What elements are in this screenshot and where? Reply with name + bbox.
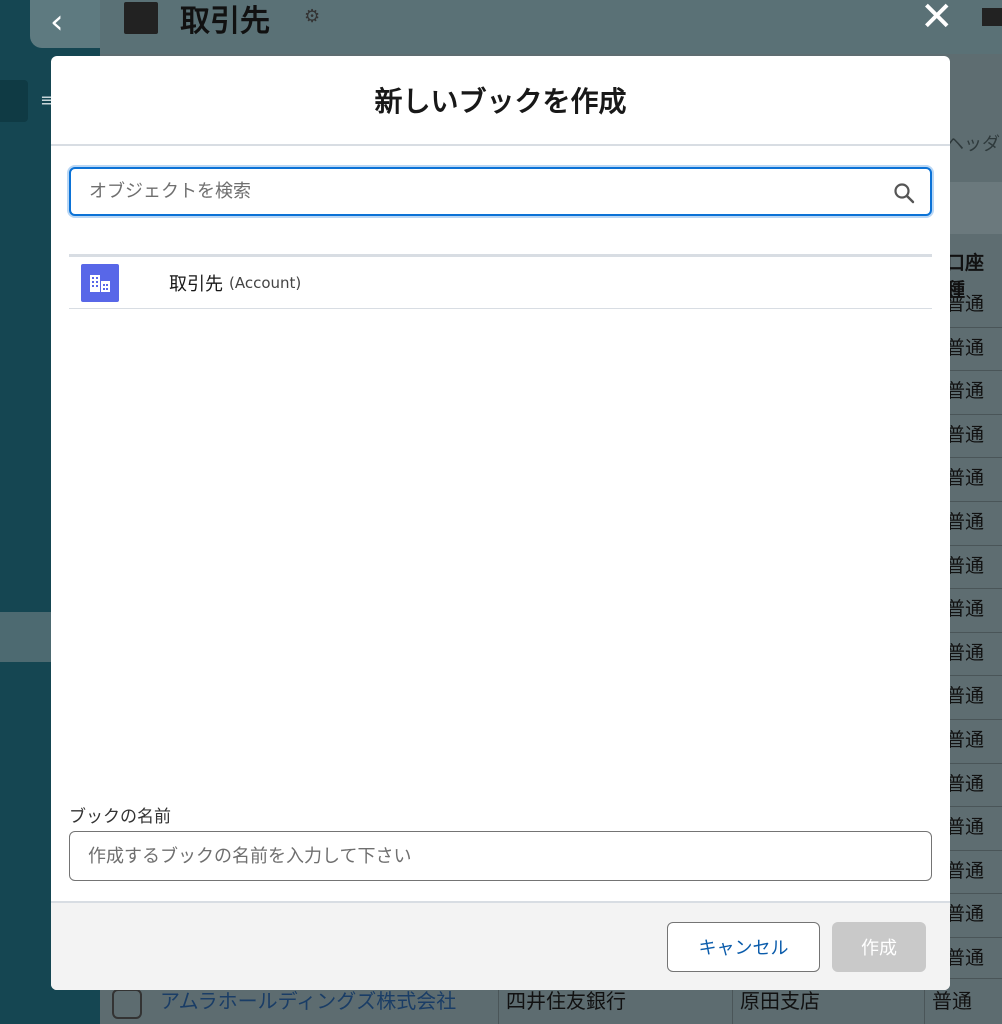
table-cell: 普通: [946, 676, 1002, 720]
modal-footer: キャンセル 作成: [51, 901, 950, 990]
table-cell: 普通: [946, 633, 1002, 677]
table-cell: 普通: [946, 502, 1002, 546]
table-cell: 普通: [946, 328, 1002, 372]
modal-header: 新しいブックを作成: [51, 56, 950, 146]
book-name-field: [69, 831, 932, 881]
book-name-input[interactable]: [70, 832, 931, 880]
table-cell: 普通: [946, 458, 1002, 502]
table-cell: 普通: [946, 589, 1002, 633]
table-cell: 普通: [946, 894, 1002, 938]
back-button[interactable]: ‹: [30, 0, 100, 48]
column-header-partial: ヘッダ: [946, 134, 1000, 155]
book-name-label: ブックの名前: [69, 807, 171, 827]
list-item-account[interactable]: 取引先 (Account): [69, 257, 932, 309]
object-api-name: (Account): [229, 273, 302, 292]
modal-title: 新しいブックを作成: [374, 85, 627, 118]
chevron-left-icon: ‹: [50, 2, 64, 42]
create-book-modal: 新しいブックを作成 オブジェクトを検索 取引先 (Account) ブックの名前…: [51, 56, 950, 990]
object-search-input[interactable]: [71, 169, 930, 214]
nav-highlight: [0, 80, 28, 122]
gear-icon[interactable]: ⚙: [304, 6, 320, 27]
object-list: 取引先 (Account): [69, 254, 932, 309]
building-icon: [81, 263, 119, 302]
search-icon[interactable]: [892, 181, 916, 205]
table-cell: 普通: [946, 938, 1002, 982]
table-cell: 普通: [946, 764, 1002, 808]
table-cell: 普通: [946, 415, 1002, 459]
folder-icon: [124, 2, 158, 34]
app-header: 取引先 ⚙ ✕: [100, 0, 1002, 54]
row-checkbox[interactable]: [112, 989, 142, 1019]
object-search: [69, 167, 932, 216]
object-label: 取引先: [169, 273, 223, 295]
table-cell: 普通: [946, 371, 1002, 415]
page-title: 取引先: [180, 4, 270, 39]
table-cell: 普通: [946, 851, 1002, 895]
column-cells: 普通 普通 普通 普通 普通 普通 普通 普通 普通 普通 普通 普通 普通 普…: [946, 284, 1002, 982]
folder-icon[interactable]: [982, 8, 1002, 26]
create-button[interactable]: 作成: [832, 922, 926, 972]
table-cell: 普通: [946, 546, 1002, 590]
close-icon[interactable]: ✕: [920, 0, 954, 40]
table-cell: 普通: [946, 284, 1002, 328]
cancel-button[interactable]: キャンセル: [667, 922, 820, 972]
table-cell: 普通: [946, 807, 1002, 851]
table-cell: 普通: [946, 720, 1002, 764]
